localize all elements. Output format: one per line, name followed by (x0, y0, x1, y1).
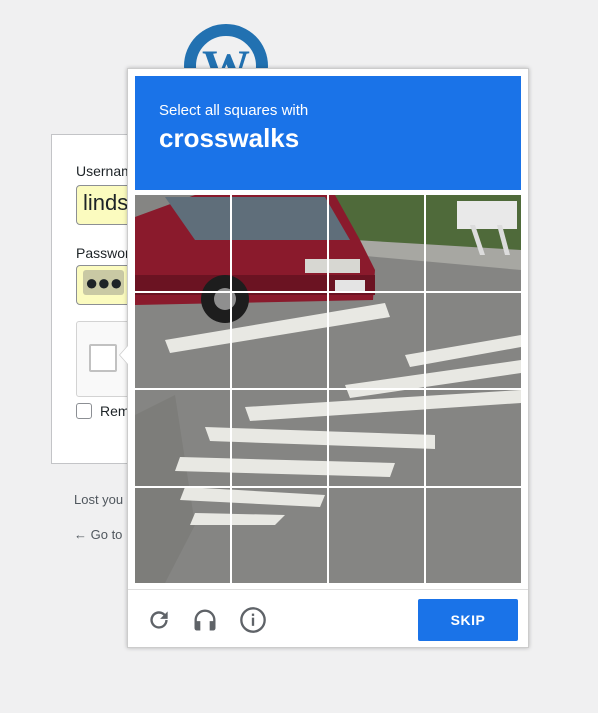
reload-icon[interactable] (144, 605, 174, 635)
tile-image (135, 390, 230, 486)
footer-divider (128, 589, 528, 590)
lost-password-link[interactable]: Lost you (74, 492, 123, 507)
grid-tile[interactable] (232, 487, 327, 583)
password-dots: ●●● (83, 270, 124, 295)
tile-image (232, 390, 327, 486)
tile-image (329, 292, 424, 388)
grid-tile[interactable] (426, 292, 521, 388)
skip-button[interactable]: SKIP (418, 599, 518, 641)
grid-tile[interactable] (232, 195, 327, 291)
tile-image (135, 195, 230, 291)
grid-tile[interactable] (329, 487, 424, 583)
grid-tile[interactable] (426, 487, 521, 583)
grid-tile[interactable] (135, 195, 230, 291)
popup-arrow (119, 345, 128, 365)
tile-image (232, 292, 327, 388)
remember-label: Rem (100, 403, 130, 419)
tile-image (426, 487, 521, 583)
grid-tile[interactable] (232, 390, 327, 486)
back-to-site-link[interactable]: ← Go to (74, 527, 122, 542)
recaptcha-checkbox[interactable] (89, 344, 117, 372)
tile-image (426, 390, 521, 486)
tile-image (329, 487, 424, 583)
recaptcha-challenge: Select all squares with crosswalks SKIP (119, 68, 529, 648)
image-grid (135, 195, 521, 583)
instruction-text: Select all squares with (159, 102, 309, 119)
grid-tile[interactable] (135, 292, 230, 388)
grid-tile[interactable] (329, 195, 424, 291)
grid-tile[interactable] (426, 390, 521, 486)
tile-image (232, 487, 327, 583)
tile-image (135, 292, 230, 388)
instruction-target: crosswalks (159, 123, 300, 153)
tile-image (329, 390, 424, 486)
tile-image (232, 195, 327, 291)
grid-tile[interactable] (329, 390, 424, 486)
remember-checkbox[interactable] (76, 403, 92, 419)
grid-tile[interactable] (135, 487, 230, 583)
headphones-icon[interactable] (190, 605, 220, 635)
grid-tile[interactable] (135, 390, 230, 486)
grid-tile[interactable] (232, 292, 327, 388)
password-label: Passwor (76, 245, 130, 261)
tile-image (426, 292, 521, 388)
tile-image (426, 195, 521, 291)
info-icon[interactable] (238, 605, 268, 635)
challenge-header: Select all squares with crosswalks (135, 76, 521, 190)
grid-tile[interactable] (329, 292, 424, 388)
tile-image (329, 195, 424, 291)
tile-image (135, 487, 230, 583)
username-label: Usernam (76, 163, 133, 179)
remember-me[interactable]: Rem (76, 403, 130, 419)
grid-tile[interactable] (426, 195, 521, 291)
